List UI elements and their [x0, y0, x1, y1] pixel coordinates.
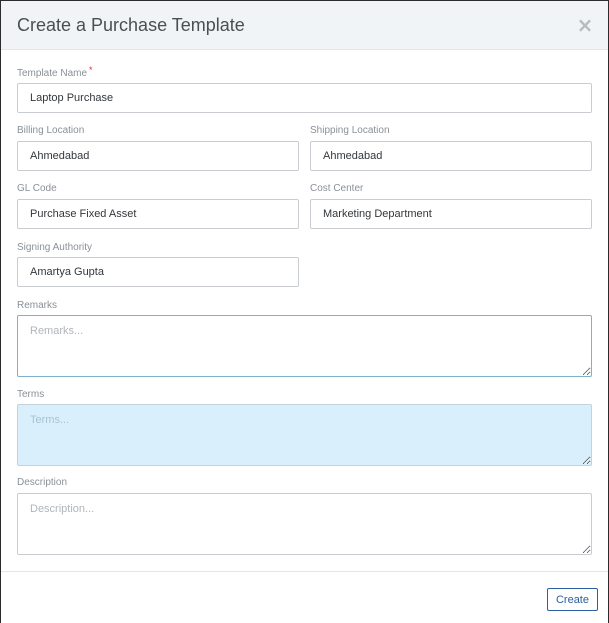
cost-center-input[interactable] — [310, 199, 592, 229]
required-marker: * — [89, 65, 93, 75]
create-purchase-template-modal: Create a Purchase Template × Template Na… — [0, 0, 609, 623]
modal-title: Create a Purchase Template — [17, 15, 245, 35]
remarks-textarea[interactable] — [17, 315, 592, 377]
gl-code-label: GL Code — [17, 183, 57, 194]
billing-location-label: Billing Location — [17, 125, 85, 136]
gl-code-input[interactable] — [17, 199, 299, 229]
cost-center-label: Cost Center — [310, 183, 364, 194]
close-icon: × — [576, 13, 594, 37]
template-name-label: Template Name * — [17, 65, 93, 80]
billing-location-input[interactable] — [17, 141, 299, 171]
modal-footer: Create — [1, 571, 608, 623]
description-label: Description — [17, 477, 68, 488]
signing-authority-input[interactable] — [17, 257, 299, 287]
template-name-input[interactable] — [17, 83, 592, 113]
close-button[interactable]: × — [576, 14, 594, 36]
terms-textarea[interactable] — [17, 404, 592, 466]
description-textarea[interactable] — [17, 493, 592, 555]
remarks-label: Remarks — [17, 300, 58, 311]
shipping-location-input[interactable] — [310, 141, 592, 171]
shipping-location-label: Shipping Location — [310, 125, 390, 136]
modal-header: Create a Purchase Template × — [1, 1, 608, 50]
terms-label: Terms — [17, 389, 45, 400]
template-name-label-text: Template Name — [17, 68, 88, 79]
signing-authority-label: Signing Authority — [17, 242, 93, 253]
create-button[interactable]: Create — [546, 588, 598, 611]
